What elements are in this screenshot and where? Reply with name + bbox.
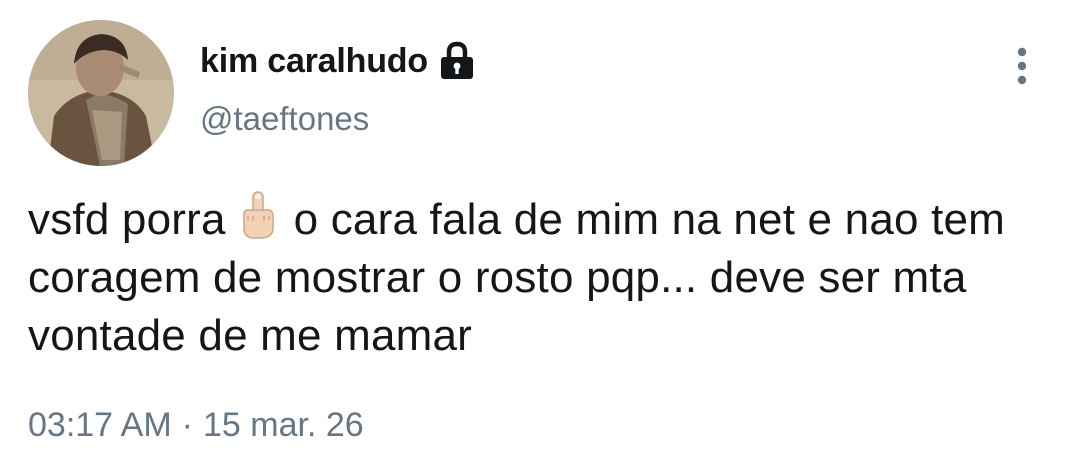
user-avatar[interactable] [28, 20, 174, 166]
tweet-time: 03:17 AM [28, 406, 172, 444]
tweet-timestamp[interactable]: 03:17 AM · 15 mar. 26 [28, 406, 364, 445]
tweet-text: vsfd porra o cara fala de mim na net e n… [28, 190, 1058, 365]
tweet-card: kim caralhudo @taeftones vsfd porra o ca… [0, 0, 1080, 472]
tweet-text-before-emoji: vsfd porra [28, 195, 226, 244]
meta-separator: · [181, 406, 193, 444]
user-handle[interactable]: @taeftones [200, 100, 369, 138]
tweet-date: 15 mar. 26 [202, 406, 364, 444]
middle-finger-emoji [236, 190, 280, 240]
name-row: kim caralhudo [200, 40, 476, 82]
display-name[interactable]: kim caralhudo [200, 42, 428, 81]
more-vertical-icon[interactable] [1004, 46, 1040, 90]
lock-icon [438, 41, 476, 81]
